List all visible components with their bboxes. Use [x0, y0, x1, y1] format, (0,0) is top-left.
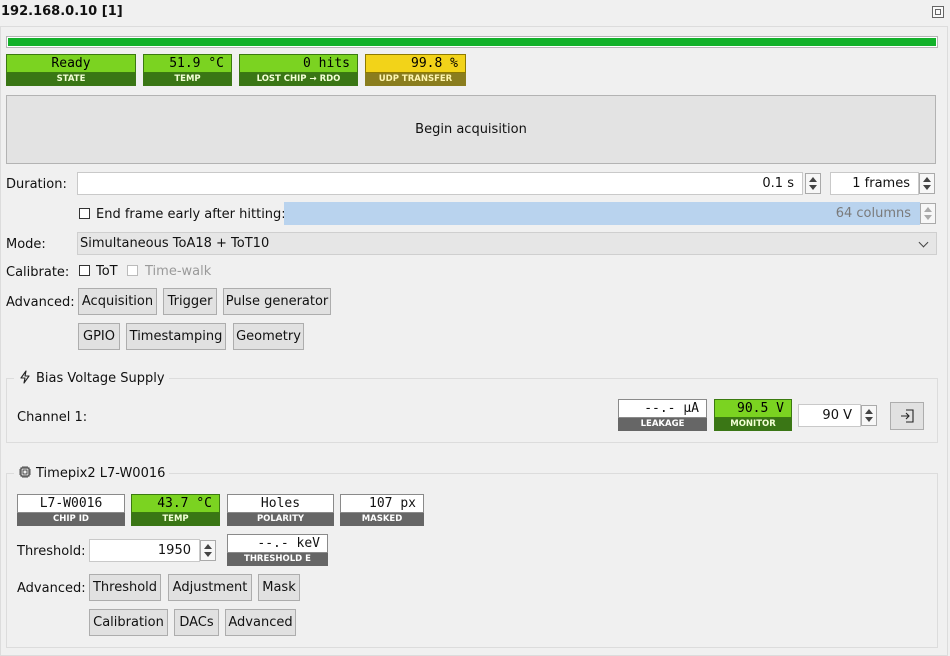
chip-temp-label: TEMP [131, 513, 220, 526]
advanced-label: Advanced: [6, 295, 75, 310]
leakage-indicator: --.- µA LEAKAGE [618, 399, 707, 431]
temp-value: 51.9 °C [143, 54, 232, 73]
udp-label: UDP TRANSFER [365, 73, 466, 86]
dacs-button[interactable]: DACs [174, 609, 219, 636]
bias-title-text: Bias Voltage Supply [36, 371, 165, 386]
lightning-icon [20, 370, 30, 384]
gpio-button[interactable]: GPIO [78, 323, 120, 350]
progress-fill [8, 38, 936, 46]
timewalk-checkbox[interactable] [127, 265, 138, 276]
frames-input[interactable]: 1 frames [830, 172, 919, 195]
voltage-stepper[interactable] [861, 405, 877, 426]
chip-icon [19, 466, 31, 478]
channel-label: Channel 1: [17, 410, 88, 425]
polarity-label: POLARITY [227, 513, 334, 526]
restore-window-icon[interactable] [932, 6, 944, 18]
lost-hits-value: 0 hits [239, 54, 358, 73]
chip-temp-indicator: 43.7 °C TEMP [131, 494, 220, 526]
apply-icon [901, 409, 914, 423]
chevron-down-icon [918, 237, 929, 248]
masked-label: MASKED [340, 513, 424, 526]
chip-id-indicator: L7-W0016 CHIP ID [17, 494, 125, 526]
window-title: 192.168.0.10 [1] [1, 4, 123, 19]
chip-temp-value: 43.7 °C [131, 494, 220, 513]
tot-label: ToT [96, 264, 118, 279]
mode-label: Mode: [6, 237, 46, 252]
leakage-label: LEAKAGE [618, 418, 707, 431]
threshold-label: Threshold: [17, 544, 86, 559]
leakage-value: --.- µA [618, 399, 707, 418]
geometry-button[interactable]: Geometry [233, 323, 304, 350]
begin-acquisition-button[interactable]: Begin acquisition [6, 95, 936, 164]
voltage-input[interactable]: 90 V [798, 404, 861, 427]
masked-value: 107 px [340, 494, 424, 513]
threshold-button[interactable]: Threshold [89, 574, 161, 601]
polarity-value: Holes [227, 494, 334, 513]
mode-select[interactable]: Simultaneous ToA18 + ToT10 [77, 232, 937, 255]
monitor-indicator: 90.5 V MONITOR [714, 399, 792, 431]
threshold-input[interactable]: 1950 [89, 539, 200, 562]
bias-group-title: Bias Voltage Supply [14, 370, 169, 386]
duration-stepper[interactable] [805, 173, 821, 194]
calibrate-label: Calibrate: [6, 265, 70, 280]
end-frame-stepper[interactable] [920, 203, 936, 224]
udp-indicator: 99.8 % UDP TRANSFER [365, 54, 466, 86]
advanced-button[interactable]: Advanced [225, 609, 296, 636]
mode-select-value: Simultaneous ToA18 + ToT10 [80, 236, 270, 251]
lost-hits-label: LOST CHIP → RDO [239, 73, 358, 86]
calibration-button[interactable]: Calibration [89, 609, 168, 636]
polarity-indicator: Holes POLARITY [227, 494, 334, 526]
trigger-button[interactable]: Trigger [163, 288, 217, 315]
monitor-label: MONITOR [714, 418, 792, 431]
chip-id-value: L7-W0016 [17, 494, 125, 513]
lost-hits-indicator: 0 hits LOST CHIP → RDO [239, 54, 358, 86]
pulse-generator-button[interactable]: Pulse generator [223, 288, 331, 315]
udp-value: 99.8 % [365, 54, 466, 73]
duration-label: Duration: [6, 177, 67, 192]
threshold-energy-value: --.- keV [227, 534, 328, 553]
chip-title-text: Timepix2 L7-W0016 [36, 466, 166, 481]
end-frame-checkbox[interactable] [79, 208, 90, 219]
masked-indicator: 107 px MASKED [340, 494, 424, 526]
chip-group-title: Timepix2 L7-W0016 [14, 465, 170, 481]
progress-bar [6, 36, 938, 48]
timewalk-label: Time-walk [145, 264, 212, 279]
acquisition-button[interactable]: Acquisition [78, 288, 157, 315]
state-value: Ready [6, 54, 136, 73]
state-label: STATE [6, 73, 136, 86]
temp-indicator: 51.9 °C TEMP [143, 54, 232, 86]
threshold-stepper[interactable] [200, 540, 216, 561]
threshold-energy-label: THRESHOLD E [227, 553, 328, 566]
threshold-energy-indicator: --.- keV THRESHOLD E [227, 534, 328, 566]
end-frame-label: End frame early after hitting: [96, 207, 286, 222]
temp-label: TEMP [143, 73, 232, 86]
timestamping-button[interactable]: Timestamping [126, 323, 226, 350]
monitor-value: 90.5 V [714, 399, 792, 418]
apply-voltage-button[interactable] [890, 402, 924, 430]
state-indicator: Ready STATE [6, 54, 136, 86]
chip-advanced-label: Advanced: [17, 581, 86, 596]
end-frame-input[interactable]: 64 columns [284, 202, 920, 225]
chip-id-label: CHIP ID [17, 513, 125, 526]
mask-button[interactable]: Mask [258, 574, 300, 601]
duration-input[interactable]: 0.1 s [77, 172, 803, 195]
tot-checkbox[interactable] [79, 265, 90, 276]
adjustment-button[interactable]: Adjustment [168, 574, 252, 601]
frames-stepper[interactable] [919, 173, 935, 194]
